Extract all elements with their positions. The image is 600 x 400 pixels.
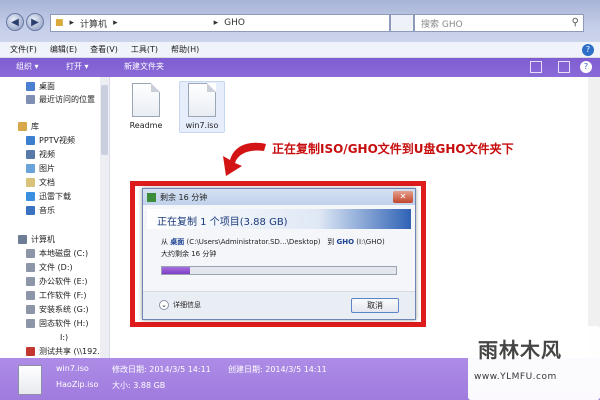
nav-item-documents[interactable]: 文档 xyxy=(26,176,55,188)
redacted-segment xyxy=(123,17,208,29)
chevron-down-icon: ⌄ xyxy=(159,300,169,310)
copy-progress-bar xyxy=(161,266,397,275)
search-placeholder: 搜索 GHO xyxy=(421,19,463,30)
destination-name[interactable]: GHO xyxy=(336,238,354,246)
progress-fill xyxy=(162,267,191,274)
back-button[interactable]: ◀ xyxy=(6,13,24,31)
nav-item-pictures[interactable]: 图片 xyxy=(26,162,55,174)
video-library-icon xyxy=(26,135,35,145)
watermark-url: www.YLMFU.com xyxy=(474,372,557,382)
search-input[interactable]: 搜索 GHO ⚲ xyxy=(414,14,584,32)
dialog-title: 剩余 16 分钟 xyxy=(160,192,208,202)
nav-item-desktop[interactable]: 桌面 xyxy=(26,80,55,92)
search-icon: ⚲ xyxy=(571,17,579,28)
drive-icon xyxy=(26,304,35,314)
nav-scroll-thumb[interactable] xyxy=(101,85,108,155)
text-file-icon xyxy=(132,83,160,117)
dialog-close-button[interactable]: ✕ xyxy=(393,191,413,203)
video-icon xyxy=(26,149,35,159)
detail-size: 大小: 3.88 GB xyxy=(112,381,166,390)
time-remaining: 大约剩余 16 分钟 xyxy=(161,250,217,258)
dialog-title-bar: 剩余 16 分钟 xyxy=(143,189,415,205)
preview-pane-icon[interactable] xyxy=(558,61,570,73)
drive-icon xyxy=(26,318,35,328)
dialog-heading: 正在复制 1 个项目(3.88 GB) xyxy=(147,209,411,229)
annotation-arrow-icon xyxy=(223,142,266,176)
breadcrumb-computer[interactable]: 计算机 xyxy=(80,17,107,30)
drive-icon xyxy=(26,248,35,258)
nav-item-drive-h[interactable]: 固态软件 (H:) xyxy=(26,317,89,329)
detail-created: 创建日期: 2014/3/5 14:11 xyxy=(228,365,327,374)
file-item-win7-iso[interactable]: win7.iso xyxy=(175,81,229,133)
nav-group-libraries[interactable]: 库 xyxy=(18,120,39,132)
nav-item-xunlei[interactable]: 迅雷下载 xyxy=(26,190,71,202)
nav-item-drive-i[interactable]: I:) xyxy=(60,331,68,343)
refresh-button[interactable] xyxy=(390,14,414,32)
nav-item-drive-e[interactable]: 办公软件 (E:) xyxy=(26,275,88,287)
iso-file-icon xyxy=(188,83,216,117)
more-details-toggle[interactable]: ⌄ 详细信息 xyxy=(159,300,201,310)
new-folder-button[interactable]: 新建文件夹 xyxy=(124,61,164,72)
watermark-brand: 雨林木风 xyxy=(478,338,562,362)
cancel-button[interactable]: 取消 xyxy=(351,298,399,313)
picture-icon xyxy=(26,163,35,173)
file-item-readme[interactable]: Readme xyxy=(119,83,173,130)
library-icon xyxy=(18,121,27,131)
menu-edit[interactable]: 编辑(E) xyxy=(50,44,77,55)
menu-file[interactable]: 文件(F) xyxy=(10,44,37,55)
copy-progress-dialog: 剩余 16 分钟 ✕ 正在复制 1 个项目(3.88 GB) 从 桌面 (C:\… xyxy=(142,188,416,320)
drive-icon xyxy=(26,290,35,300)
nav-item-recent[interactable]: 最近访问的位置 xyxy=(26,93,95,105)
dialog-footer: ⌄ 详细信息 取消 xyxy=(143,291,415,319)
detail-type: HaoZip.iso xyxy=(56,380,99,389)
detail-file-name: win7.iso xyxy=(56,364,89,373)
nav-scrollbar[interactable] xyxy=(100,77,109,358)
menu-view[interactable]: 查看(V) xyxy=(90,44,118,55)
annotation-text: 正在复制ISO/GHO文件到U盘GHO文件夹下 xyxy=(272,142,514,156)
document-icon xyxy=(26,177,35,187)
nav-item-drive-f[interactable]: 工作软件 (F:) xyxy=(26,289,86,301)
copy-icon xyxy=(147,192,156,202)
recent-places-icon xyxy=(26,94,35,104)
open-button[interactable]: 打开 ▾ xyxy=(66,61,89,72)
source-name[interactable]: 桌面 xyxy=(170,238,184,246)
nav-item-drive-g[interactable]: 安装系统 (G:) xyxy=(26,303,89,315)
menu-help[interactable]: 帮助(H) xyxy=(171,44,199,55)
music-icon xyxy=(26,205,35,215)
drive-icon xyxy=(26,262,35,272)
menu-bar: 文件(F) 编辑(E) 查看(V) 工具(T) 帮助(H) ? xyxy=(0,42,600,58)
command-bar: 组织 ▾ 打开 ▾ 新建文件夹 ? xyxy=(0,58,600,77)
folder-icon: ■ xyxy=(55,18,64,28)
breadcrumb-gho[interactable]: GHO xyxy=(224,18,245,28)
drive-icon xyxy=(26,276,35,286)
nav-item-network-share[interactable]: 测试共享 (\\192.1 xyxy=(26,345,105,357)
file-thumbnail-icon xyxy=(18,365,42,395)
navigation-pane: 桌面 最近访问的位置 库 PPTV视频 视频 图片 文档 迅雷下载 音乐 计算机… xyxy=(0,77,110,358)
desktop-icon xyxy=(26,81,35,91)
main-scrollbar[interactable] xyxy=(588,77,600,358)
view-options-icon[interactable] xyxy=(530,61,542,73)
copy-source-line: 从 桌面 (C:\Users\Administrator.SD...\Deskt… xyxy=(161,238,385,246)
nav-item-drive-d[interactable]: 文件 (D:) xyxy=(26,261,73,273)
nav-item-drive-c[interactable]: 本地磁盘 (C:) xyxy=(26,247,88,259)
toolbar-help-icon[interactable]: ? xyxy=(580,61,592,73)
address-bar[interactable]: ■ ▸ 计算机 ▸ ▸ GHO xyxy=(50,14,390,32)
nav-item-pptv[interactable]: PPTV视频 xyxy=(26,134,75,146)
computer-icon xyxy=(18,234,27,244)
detail-modified: 修改日期: 2014/3/5 14:11 xyxy=(112,365,211,374)
nav-item-music[interactable]: 音乐 xyxy=(26,204,55,216)
help-icon[interactable]: ? xyxy=(582,44,594,56)
watermark-logo: 雨林木风 www.YLMFU.com xyxy=(468,326,600,400)
forward-button[interactable]: ▶ xyxy=(26,13,44,31)
nav-item-video[interactable]: 视频 xyxy=(26,148,55,160)
download-icon xyxy=(26,191,35,201)
nav-group-computer[interactable]: 计算机 xyxy=(18,233,55,245)
organize-button[interactable]: 组织 ▾ xyxy=(16,61,39,72)
title-bar: ◀ ▶ ■ ▸ 计算机 ▸ ▸ GHO 搜索 GHO ⚲ xyxy=(0,0,600,42)
menu-tools[interactable]: 工具(T) xyxy=(131,44,158,55)
network-drive-icon xyxy=(26,346,35,356)
